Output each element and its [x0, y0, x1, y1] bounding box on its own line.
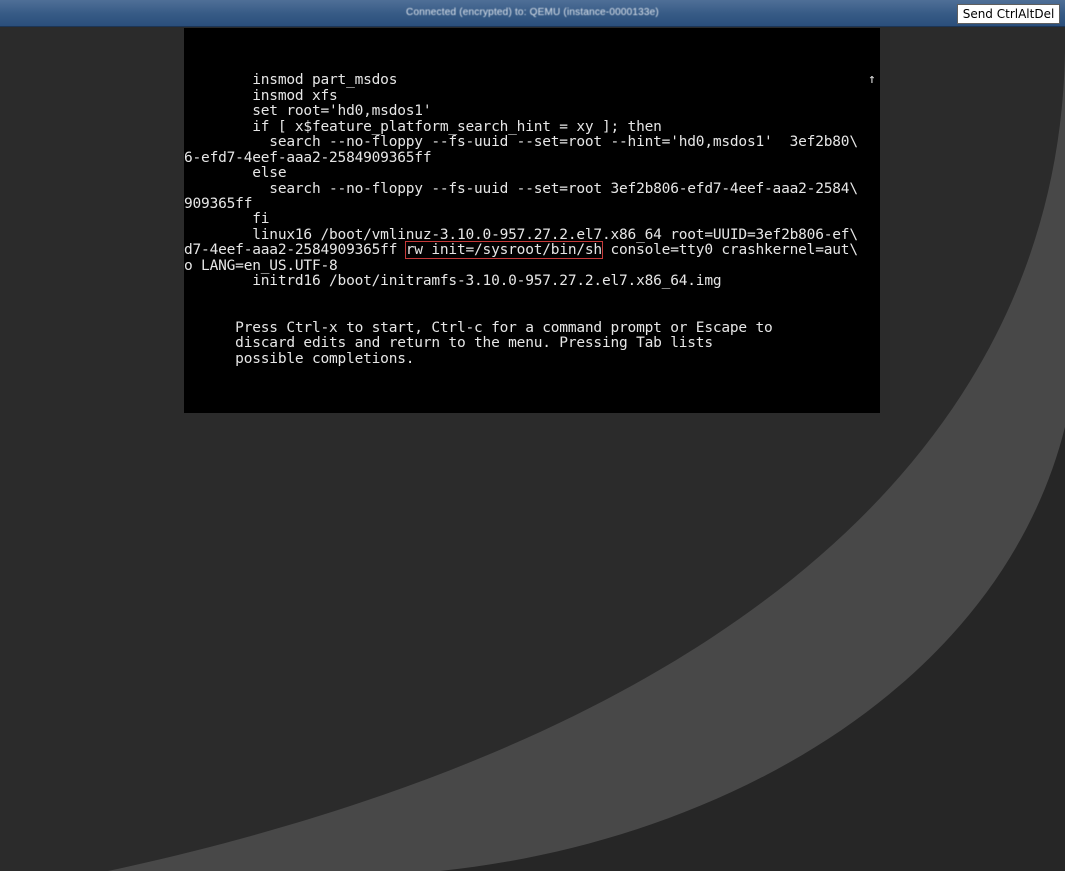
- grub-line-search-root: search --no-floppy --fs-uuid --set=root …: [184, 181, 858, 197]
- grub-line-initrd16: initrd16 /boot/initramfs-3.10.0-957.27.2…: [184, 273, 722, 289]
- vnc-title-bar: Connected (encrypted) to: QEMU (instance…: [0, 0, 1065, 27]
- grub-line-else: else: [184, 165, 287, 181]
- vnc-viewer-window: Connected (encrypted) to: QEMU (instance…: [0, 0, 1065, 871]
- grub-line-linux16: linux16 /boot/vmlinuz-3.10.0-957.27.2.el…: [184, 227, 858, 243]
- grub-line-fi: fi: [184, 211, 270, 227]
- grub-line-lang: o LANG=en_US.UTF-8: [184, 258, 338, 274]
- grub-line-search-hint: search --no-floppy --fs-uuid --set=root …: [184, 134, 858, 150]
- help-text-line-1: Press Ctrl-x to start, Ctrl-c for a comm…: [184, 320, 773, 336]
- kernel-args-suffix: console=tty0 crashkernel=aut\: [601, 242, 858, 258]
- grub-line-if-feature: if [ x$feature_platform_search_hint = xy…: [184, 119, 662, 135]
- send-ctrl-alt-del-button[interactable]: Send CtrlAltDel: [957, 4, 1060, 24]
- help-text-line-3: possible completions.: [184, 351, 415, 367]
- grub-line-search-root-cont: 909365ff: [184, 196, 253, 212]
- grub-line-linux16-cont: d7-4eef-aaa2-2584909365ff rw init=/sysro…: [184, 241, 858, 259]
- grub-edit-console[interactable]: ↑ insmod part_msdos insmod xfs set root=…: [184, 28, 880, 413]
- grub-line-insmod-xfs: insmod xfs: [184, 88, 338, 104]
- connection-status-text: Connected (encrypted) to: QEMU (instance…: [406, 7, 659, 18]
- grub-line-insmod-part-msdos: insmod part_msdos: [184, 72, 398, 88]
- help-text-line-2: discard edits and return to the menu. Pr…: [184, 335, 713, 351]
- highlighted-init-argument: rw init=/sysroot/bin/sh: [404, 241, 603, 259]
- kernel-args-prefix: d7-4eef-aaa2-2584909365ff: [184, 242, 406, 258]
- grub-line-set-root: set root='hd0,msdos1': [184, 103, 432, 119]
- scroll-up-arrow-icon: ↑: [868, 72, 876, 87]
- grub-line-search-hint-cont: 6-efd7-4eef-aaa2-2584909365ff: [184, 150, 432, 166]
